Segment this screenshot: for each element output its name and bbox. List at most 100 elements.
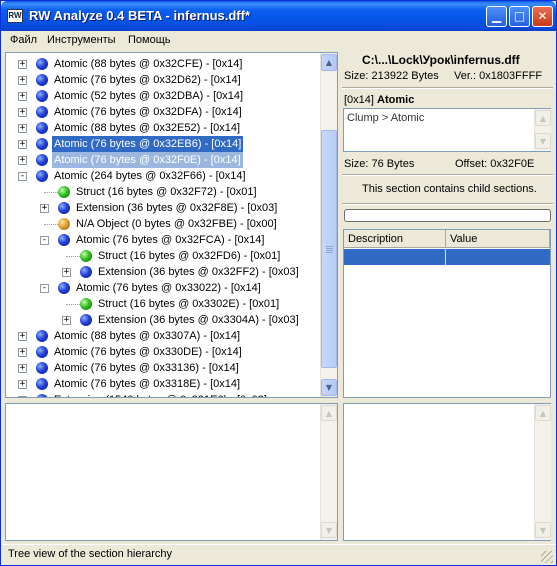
tree-node[interactable]: N/A Object (0 bytes @ 0x32FBE) - [0x00]: [6, 216, 318, 232]
tree-node-label[interactable]: Atomic (76 bytes @ 0x32FCA) - [0x14]: [74, 232, 266, 248]
section-sphere-icon: [36, 346, 48, 358]
log-scroll-up[interactable]: ▲: [321, 405, 337, 421]
expand-icon[interactable]: +: [18, 124, 27, 133]
window-title: RW Analyze 0.4 BETA - infernus.dff*: [29, 8, 251, 23]
close-button[interactable]: ✕: [532, 6, 553, 27]
menu-tools[interactable]: Инструменты: [47, 34, 116, 46]
property-grid[interactable]: Description Value: [343, 229, 551, 398]
log-pane[interactable]: ▲ ▼: [5, 403, 338, 541]
resize-grip[interactable]: [541, 551, 553, 563]
maximize-button[interactable]: □: [509, 6, 530, 27]
expand-icon[interactable]: +: [18, 76, 27, 85]
tree-node[interactable]: + Extension (36 bytes @ 0x32F8E) - [0x03]: [6, 200, 318, 216]
hierarchy-scrollbar[interactable]: ▲ ▼: [534, 109, 551, 151]
tree-node[interactable]: + Atomic (76 bytes @ 0x32F0E) - [0x14]: [6, 152, 318, 168]
expand-icon[interactable]: +: [18, 60, 27, 69]
tree-node[interactable]: - Atomic (76 bytes @ 0x33022) - [0x14]: [6, 280, 318, 296]
tree-scrollbar[interactable]: ▲ ▼: [320, 53, 337, 397]
hierarchy-scroll-down[interactable]: ▼: [535, 133, 551, 149]
section-sphere-icon: [80, 266, 92, 278]
expand-icon[interactable]: +: [18, 332, 27, 341]
hex-pane[interactable]: ▲ ▼: [343, 403, 551, 541]
tree-node[interactable]: Struct (16 bytes @ 0x32FD6) - [0x01]: [6, 248, 318, 264]
log-scrollbar[interactable]: ▲ ▼: [320, 404, 337, 540]
tree-node-label[interactable]: Atomic (76 bytes @ 0x32F0E) - [0x14]: [52, 152, 243, 168]
tree-node[interactable]: - Atomic (264 bytes @ 0x32F66) - [0x14]: [6, 168, 318, 184]
tree-node-label[interactable]: Atomic (88 bytes @ 0x32E52) - [0x14]: [52, 120, 242, 136]
tree-node-label[interactable]: Struct (16 bytes @ 0x32FD6) - [0x01]: [96, 248, 282, 264]
tree-node-label[interactable]: Atomic (76 bytes @ 0x32EB6) - [0x14]: [50, 135, 245, 153]
column-header-value[interactable]: Value: [446, 230, 550, 248]
tree-node-label[interactable]: Struct (16 bytes @ 0x3302E) - [0x01]: [96, 296, 281, 312]
expand-icon[interactable]: +: [18, 396, 27, 397]
section-sphere-icon: [58, 234, 70, 246]
section-sphere-icon: [58, 282, 70, 294]
tree-node[interactable]: + Atomic (76 bytes @ 0x32EB6) - [0x14]: [6, 135, 318, 153]
hex-scroll-down[interactable]: ▼: [535, 522, 551, 538]
grid-selected-row[interactable]: [344, 249, 550, 265]
tree-node-label[interactable]: Extension (36 bytes @ 0x32F8E) - [0x03]: [74, 200, 279, 216]
tree-node-label[interactable]: Atomic (88 bytes @ 0x3307A) - [0x14]: [52, 328, 242, 344]
tree-node[interactable]: + Atomic (88 bytes @ 0x32E52) - [0x14]: [6, 120, 318, 136]
tree-node-label[interactable]: Atomic (52 bytes @ 0x32DBA) - [0x14]: [52, 88, 245, 104]
tree-node-label[interactable]: Atomic (76 bytes @ 0x33022) - [0x14]: [74, 280, 263, 296]
minimize-button[interactable]: ▁: [486, 6, 507, 27]
tree-node-label[interactable]: Atomic (76 bytes @ 0x330DE) - [0x14]: [52, 344, 244, 360]
expand-icon[interactable]: +: [62, 268, 71, 277]
expand-icon[interactable]: +: [40, 204, 49, 213]
scroll-thumb[interactable]: [321, 130, 337, 368]
collapse-icon[interactable]: -: [40, 284, 49, 293]
expand-icon[interactable]: +: [18, 140, 27, 149]
expand-icon[interactable]: +: [18, 348, 27, 357]
hex-scroll-up[interactable]: ▲: [535, 405, 551, 421]
expand-icon[interactable]: +: [18, 92, 27, 101]
hierarchy-scroll-up[interactable]: ▲: [535, 110, 551, 126]
tree-node[interactable]: + Atomic (88 bytes @ 0x3307A) - [0x14]: [6, 328, 318, 344]
section-heading: [0x14] Atomic: [344, 94, 414, 106]
tree-node-label[interactable]: Atomic (264 bytes @ 0x32F66) - [0x14]: [52, 168, 248, 184]
scroll-down-button[interactable]: ▼: [321, 379, 337, 396]
hierarchy-box[interactable]: Clump > Atomic ▲ ▼: [343, 108, 551, 152]
tree-node[interactable]: + Atomic (76 bytes @ 0x33136) - [0x14]: [6, 360, 318, 376]
tree-node[interactable]: Struct (16 bytes @ 0x3302E) - [0x01]: [6, 296, 318, 312]
tree-node[interactable]: - Atomic (76 bytes @ 0x32FCA) - [0x14]: [6, 232, 318, 248]
hex-scrollbar[interactable]: ▲ ▼: [534, 404, 551, 540]
log-scroll-down[interactable]: ▼: [321, 522, 337, 538]
menu-file[interactable]: Файл: [10, 34, 37, 46]
expand-icon[interactable]: +: [18, 380, 27, 389]
expand-icon[interactable]: +: [18, 156, 27, 165]
tree-node[interactable]: + Atomic (76 bytes @ 0x32D62) - [0x14]: [6, 72, 318, 88]
tree-node[interactable]: + Extension (36 bytes @ 0x3304A) - [0x03]: [6, 312, 318, 328]
tree-node[interactable]: + Atomic (52 bytes @ 0x32DBA) - [0x14]: [6, 88, 318, 104]
tree-node-label[interactable]: Extension (1540 bytes @ 0x331E6) - [0x03…: [52, 392, 269, 397]
tree-node-label[interactable]: Extension (36 bytes @ 0x32FF2) - [0x03]: [96, 264, 301, 280]
tree-node[interactable]: + Atomic (76 bytes @ 0x32DFA) - [0x14]: [6, 104, 318, 120]
tree-node-label[interactable]: Struct (16 bytes @ 0x32F72) - [0x01]: [74, 184, 259, 200]
status-text: Tree view of the section hierarchy: [8, 548, 173, 560]
struct-sphere-icon: [80, 250, 92, 262]
tree-node[interactable]: + Atomic (76 bytes @ 0x330DE) - [0x14]: [6, 344, 318, 360]
tree-node-label[interactable]: Atomic (88 bytes @ 0x32CFE) - [0x14]: [52, 56, 244, 72]
menu-help[interactable]: Помощь: [128, 34, 171, 46]
section-tree[interactable]: + Atomic (88 bytes @ 0x32CFE) - [0x14] + At…: [5, 52, 338, 398]
collapse-icon[interactable]: -: [18, 172, 27, 181]
tree-node-label[interactable]: N/A Object (0 bytes @ 0x32FBE) - [0x00]: [74, 216, 279, 232]
expand-icon[interactable]: +: [18, 108, 27, 117]
tree-node-label[interactable]: Atomic (76 bytes @ 0x3318E) - [0x14]: [52, 376, 242, 392]
column-header-description[interactable]: Description: [344, 230, 446, 248]
tree-node[interactable]: Struct (16 bytes @ 0x32F72) - [0x01]: [6, 184, 318, 200]
tree-node[interactable]: + Extension (36 bytes @ 0x32FF2) - [0x03]: [6, 264, 318, 280]
tree-node[interactable]: + Extension (1540 bytes @ 0x331E6) - [0x0…: [6, 392, 318, 397]
collapse-icon[interactable]: -: [40, 236, 49, 245]
tree-node-label[interactable]: Atomic (76 bytes @ 0x32D62) - [0x14]: [52, 72, 243, 88]
section-name: Atomic: [377, 94, 415, 106]
tree-node-label[interactable]: Atomic (76 bytes @ 0x33136) - [0x14]: [52, 360, 241, 376]
title-bar[interactable]: RW RW Analyze 0.4 BETA - infernus.dff* ▁…: [1, 1, 556, 31]
expand-icon[interactable]: +: [18, 364, 27, 373]
scroll-up-button[interactable]: ▲: [321, 54, 337, 71]
tree-node[interactable]: + Atomic (88 bytes @ 0x32CFE) - [0x14]: [6, 56, 318, 72]
tree-node[interactable]: + Atomic (76 bytes @ 0x3318E) - [0x14]: [6, 376, 318, 392]
expand-icon[interactable]: +: [62, 316, 71, 325]
tree-node-label[interactable]: Extension (36 bytes @ 0x3304A) - [0x03]: [96, 312, 301, 328]
tree-node-label[interactable]: Atomic (76 bytes @ 0x32DFA) - [0x14]: [52, 104, 244, 120]
